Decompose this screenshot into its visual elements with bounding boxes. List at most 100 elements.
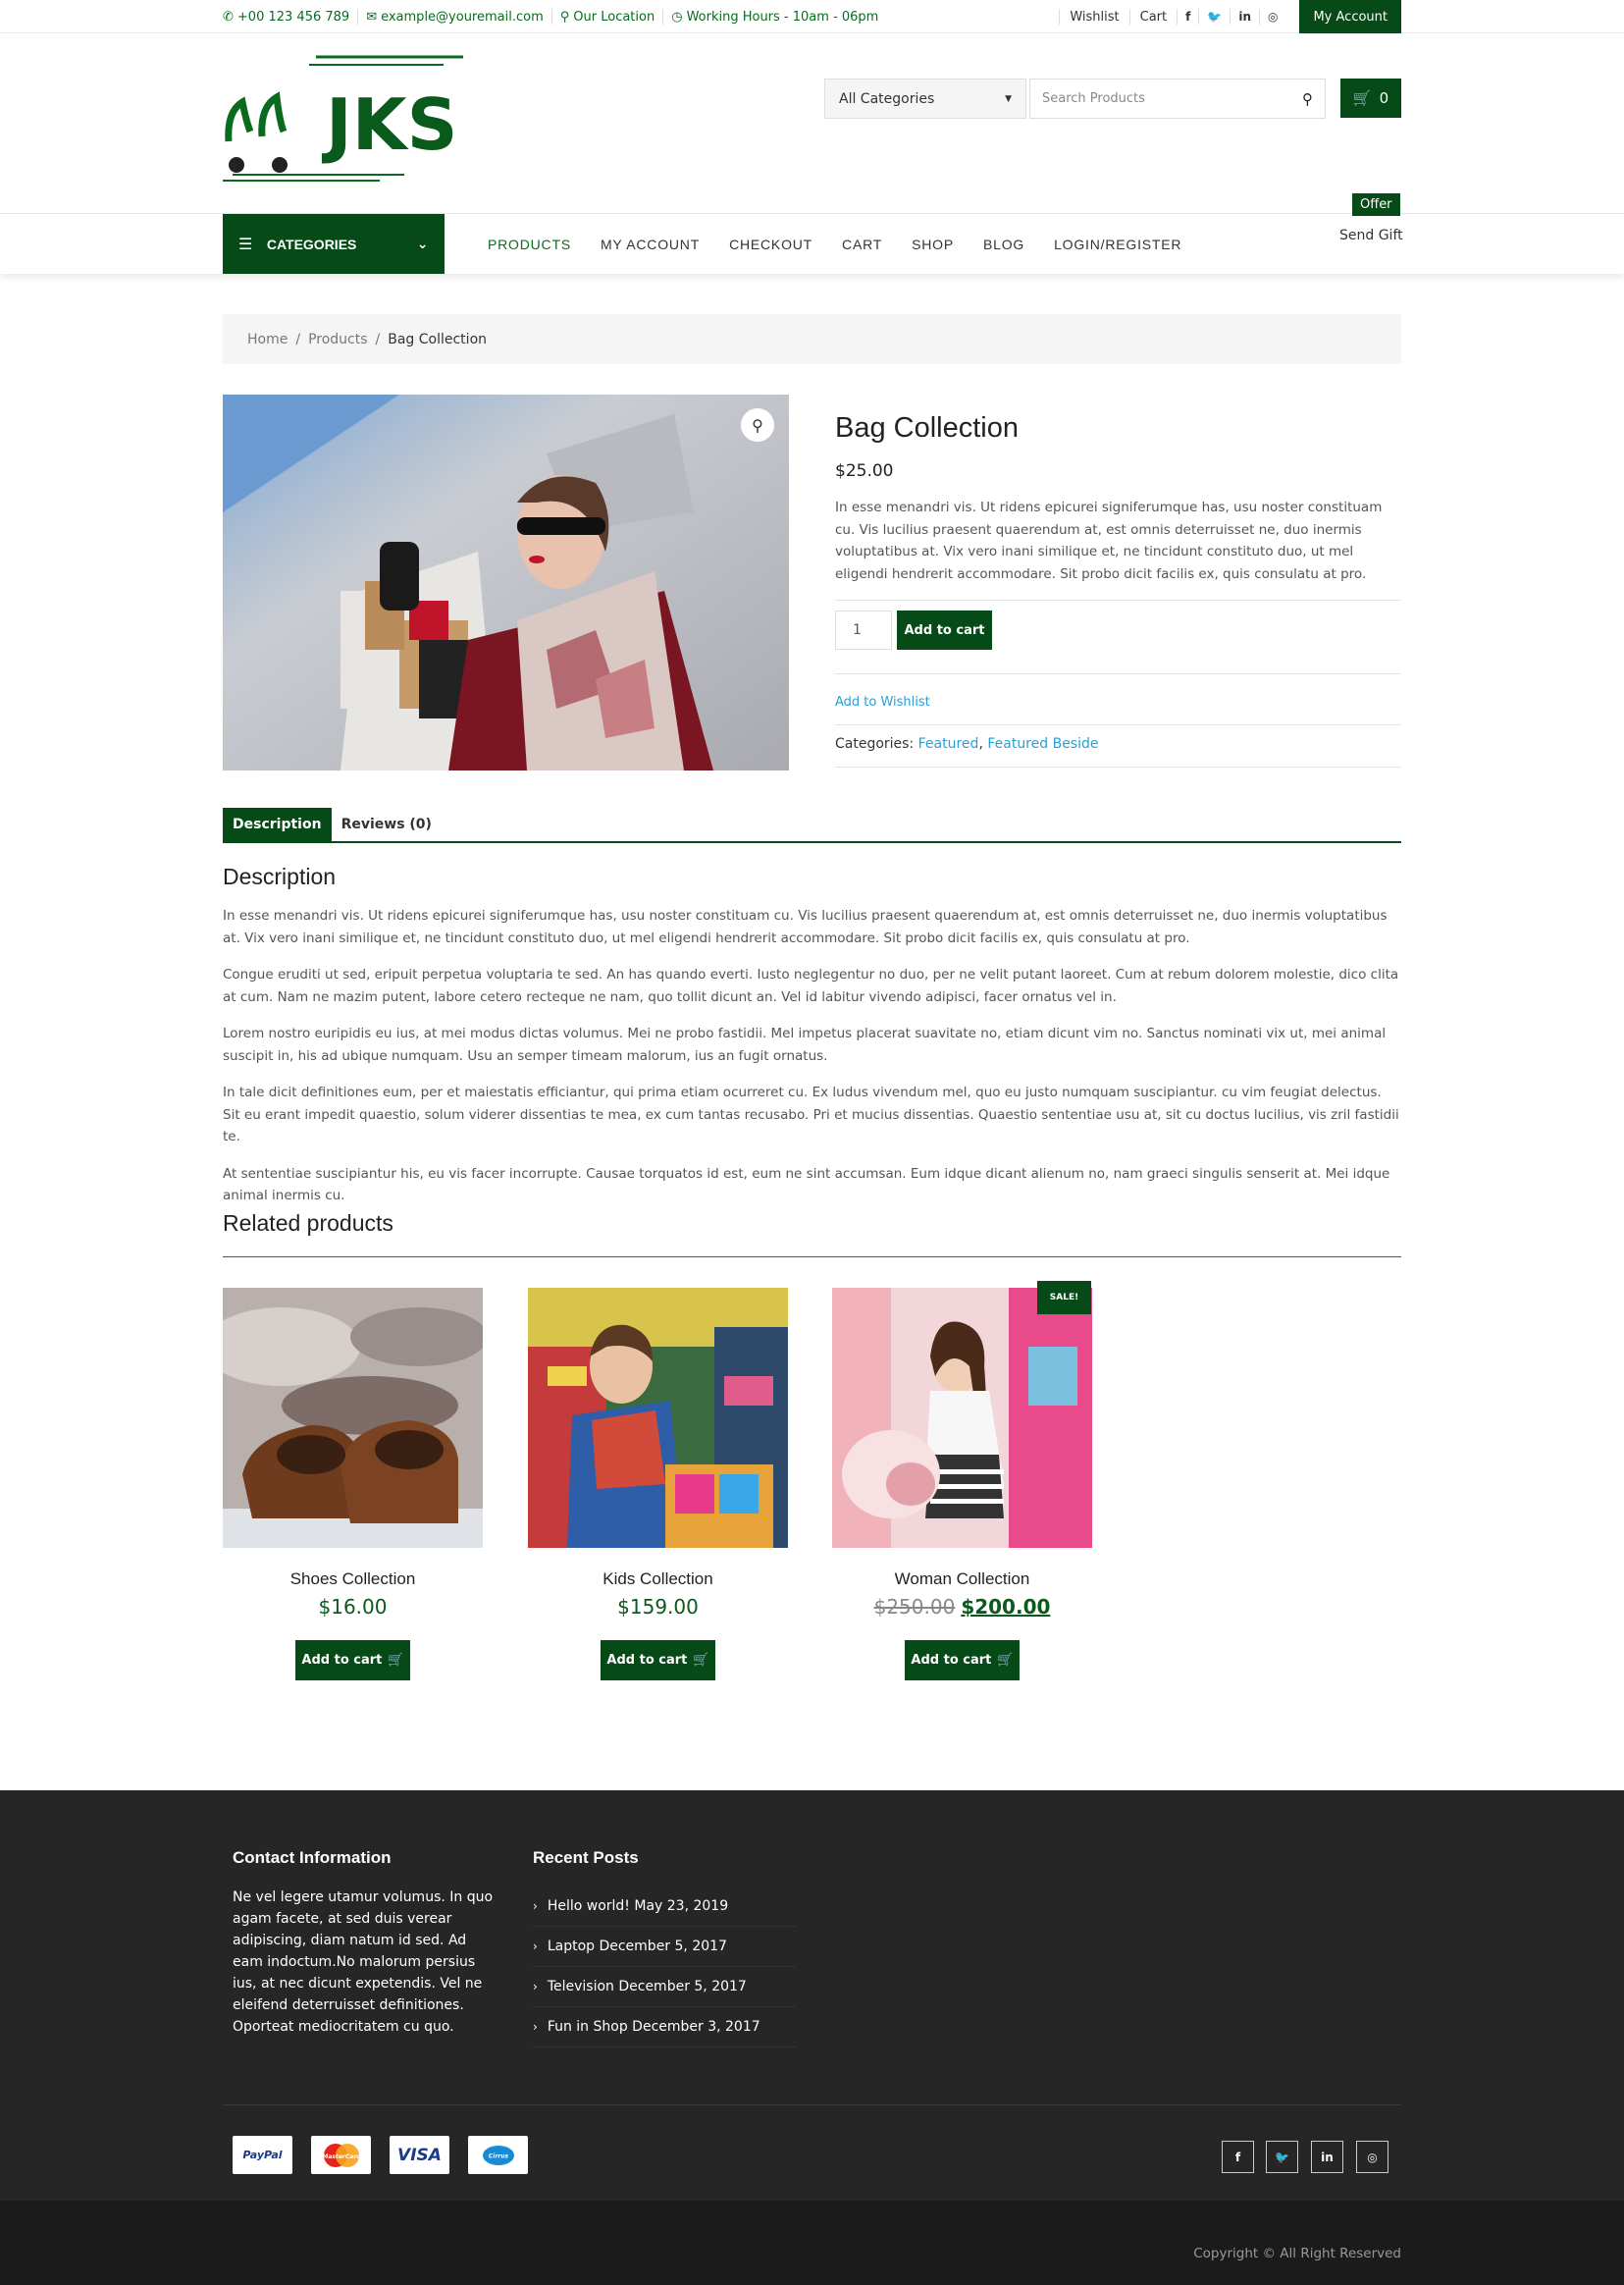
add-to-cart-button[interactable]: Add to cart 🛒 [905, 1640, 1020, 1680]
my-account-button[interactable]: My Account [1299, 0, 1401, 33]
zoom-icon[interactable]: ⚲ [741, 408, 774, 442]
nav-checkout[interactable]: CHECKOUT [729, 237, 812, 252]
nav-shop[interactable]: SHOP [912, 237, 954, 252]
email-text: example@youremail.com [381, 9, 544, 25]
nav-login-register[interactable]: LOGIN/REGISTER [1054, 237, 1181, 252]
product-card-image[interactable] [832, 1288, 1092, 1548]
mastercard-text: MasterCard [322, 2153, 361, 2160]
add-to-cart-button[interactable]: Add to cart 🛒 [601, 1640, 715, 1680]
category-link-featured-beside[interactable]: Featured Beside [987, 736, 1098, 752]
product-card-price: $159.00 [528, 1595, 788, 1619]
tab-reviews[interactable]: Reviews (0) [332, 808, 442, 841]
facebook-icon[interactable]: f [1177, 9, 1198, 25]
add-to-cart-button[interactable]: Add to cart 🛒 [295, 1640, 410, 1680]
recent-post-item[interactable]: › Hello world! May 23, 2019 [533, 1886, 796, 1927]
description-paragraph: In tale dicit definitiones eum, per et m… [223, 1085, 1399, 1144]
search-icon[interactable]: ⚲ [1302, 90, 1313, 108]
nav-my-account[interactable]: MY ACCOUNT [601, 237, 700, 252]
twitter-icon[interactable]: 🐦 [1198, 9, 1230, 25]
chevron-right-icon: › [533, 2020, 538, 2034]
top-bar: ✆ +00 123 456 789 ✉ example@youremail.com … [0, 0, 1624, 33]
category-link-featured[interactable]: Featured [918, 736, 979, 752]
hours-text: Working Hours - 10am - 06pm [686, 9, 879, 25]
cart-icon: 🛒 [693, 1653, 709, 1668]
header-cart-button[interactable]: 🛒 0 [1340, 79, 1401, 118]
categories-button[interactable]: ☰ CATEGORIES ⌄ [223, 214, 445, 274]
add-to-cart-label: Add to cart [606, 1653, 688, 1668]
main-menu: PRODUCTS MY ACCOUNT CHECKOUT CART SHOP B… [488, 214, 1211, 274]
chevron-down-icon: ⌄ [416, 236, 429, 252]
instagram-icon[interactable]: ◎ [1258, 9, 1285, 25]
wishlist-link[interactable]: Wishlist [1059, 9, 1128, 25]
recent-posts-list: › Hello world! May 23, 2019 › Laptop Decem… [533, 1886, 796, 2047]
search-input[interactable]: Search Products ⚲ [1029, 79, 1326, 119]
add-to-cart-label: Add to cart [911, 1653, 992, 1668]
cirrus-text: Cirrus [488, 2152, 508, 2159]
product-card[interactable]: Woman Collection $250.00 $200.00 Add to c… [832, 1288, 1092, 1680]
description-paragraph: Lorem nostro euripidis eu ius, at mei mo… [223, 1026, 1387, 1064]
breadcrumb: Home / Products / Bag Collection [223, 314, 1401, 364]
price-value: $159.00 [617, 1595, 699, 1619]
twitter-icon[interactable]: 🐦 [1266, 2141, 1298, 2173]
add-to-cart-button[interactable]: Add to cart [897, 611, 992, 650]
product-card-image[interactable] [528, 1288, 788, 1548]
phone-info[interactable]: ✆ +00 123 456 789 [223, 9, 359, 25]
nav-products[interactable]: PRODUCTS [488, 237, 571, 252]
category-select[interactable]: All Categories ▼ [824, 79, 1026, 119]
product-card-name[interactable]: Woman Collection [832, 1569, 1092, 1589]
menu-icon: ☰ [238, 235, 253, 253]
product-card-image[interactable] [223, 1288, 483, 1548]
clock-icon: ◷ [671, 9, 683, 25]
chevron-right-icon: › [533, 1899, 538, 1913]
recent-post-label: Laptop December 5, 2017 [547, 1939, 727, 1954]
product-card[interactable]: Shoes Collection $16.00 Add to cart 🛒 [223, 1288, 483, 1680]
category-select-value: All Categories [839, 90, 935, 107]
email-info[interactable]: ✉ example@youremail.com [358, 9, 552, 25]
cart-icon: 🛒 [388, 1653, 404, 1668]
product-card-name[interactable]: Shoes Collection [223, 1569, 483, 1589]
product-image[interactable] [223, 395, 789, 771]
related-products-title: Related products [223, 1210, 393, 1236]
quantity-input[interactable]: 1 [835, 611, 892, 650]
recent-post-item[interactable]: › Laptop December 5, 2017 [533, 1927, 796, 1967]
paypal-icon: PayPal [233, 2136, 292, 2174]
categories-label: CATEGORIES [266, 236, 357, 252]
mastercard-icon: MasterCard [311, 2136, 371, 2174]
nav-cart[interactable]: CART [842, 237, 882, 252]
product-card[interactable]: Kids Collection $159.00 Add to cart 🛒 [528, 1288, 788, 1680]
nav-blog[interactable]: BLOG [983, 237, 1024, 252]
visa-icon: VISA [390, 2136, 449, 2174]
facebook-icon[interactable]: f [1222, 2141, 1254, 2173]
instagram-icon[interactable]: ◎ [1356, 2141, 1388, 2173]
add-to-wishlist-link[interactable]: Add to Wishlist [835, 695, 930, 710]
product-tabs: Description Reviews (0) [223, 808, 1401, 843]
send-gift-link[interactable]: Send Gift [1339, 228, 1403, 243]
linkedin-icon[interactable]: in [1230, 9, 1259, 25]
chevron-right-icon: › [533, 1980, 538, 1993]
breadcrumb-products[interactable]: Products [308, 332, 367, 347]
cart-link[interactable]: Cart [1128, 9, 1178, 25]
add-to-cart-label: Add to cart [301, 1653, 383, 1668]
hours-info: ◷ Working Hours - 10am - 06pm [663, 9, 886, 25]
mail-icon: ✉ [366, 9, 378, 25]
breadcrumb-home[interactable]: Home [247, 332, 288, 347]
breadcrumb-current: Bag Collection [388, 331, 488, 347]
recent-post-item[interactable]: › Television December 5, 2017 [533, 1967, 796, 2007]
site-logo[interactable]: JKS [223, 53, 466, 186]
product-card-price: $250.00 $200.00 [832, 1595, 1092, 1619]
chevron-right-icon: › [533, 1940, 538, 1953]
caret-down-icon: ▼ [1005, 93, 1012, 104]
offer-badge: Offer [1352, 193, 1400, 216]
location-info[interactable]: ⚲ Our Location [552, 9, 664, 25]
logo-text: JKS [321, 83, 457, 166]
product-card-price: $16.00 [223, 1595, 483, 1619]
contact-text: Ne vel legere utamur volumus. In quo aga… [233, 1889, 494, 2035]
recent-post-item[interactable]: › Fun in Shop December 3, 2017 [533, 2007, 796, 2047]
tab-description[interactable]: Description [223, 808, 332, 841]
product-card-name[interactable]: Kids Collection [528, 1569, 788, 1589]
cart-icon: 🛒 [1352, 89, 1372, 107]
product-categories: Categories: Featured, Featured Beside [835, 736, 1099, 752]
recent-post-label: Television December 5, 2017 [547, 1979, 747, 1994]
linkedin-icon[interactable]: in [1311, 2141, 1343, 2173]
description-paragraph: In esse menandri vis. Ut ridens epicurei… [223, 908, 1388, 946]
